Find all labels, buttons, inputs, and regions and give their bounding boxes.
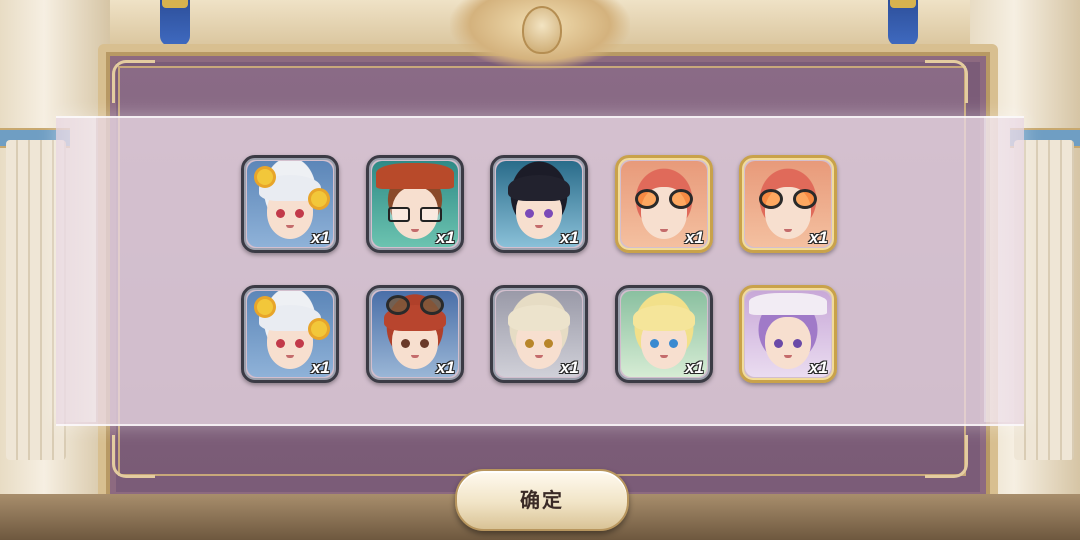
- reward-item[interactable]: x1: [366, 285, 464, 383]
- reward-item[interactable]: x1: [739, 155, 837, 253]
- reward-item[interactable]: x1: [739, 285, 837, 383]
- reward-item[interactable]: x1: [490, 155, 588, 253]
- frame-corner-ornament: [925, 435, 968, 478]
- reward-item[interactable]: x1: [241, 155, 339, 253]
- quantity-label: x1: [809, 358, 828, 377]
- quantity-label: x1: [436, 358, 455, 377]
- reward-item[interactable]: x1: [490, 285, 588, 383]
- panel-glow: [984, 116, 1024, 422]
- reward-item[interactable]: x1: [241, 285, 339, 383]
- confirm-label: 确定: [520, 488, 564, 512]
- panel-glow: [56, 116, 96, 422]
- crest-face-icon: [522, 6, 562, 54]
- quantity-label: x1: [436, 228, 455, 247]
- tassel-left-icon: [160, 0, 190, 46]
- quantity-label: x1: [685, 228, 704, 247]
- frame-corner-ornament: [112, 435, 155, 478]
- quantity-label: x1: [311, 358, 330, 377]
- quantity-label: x1: [560, 228, 579, 247]
- reward-item[interactable]: x1: [615, 285, 713, 383]
- frame-corner-ornament: [112, 60, 155, 103]
- confirm-button[interactable]: 确定: [455, 469, 629, 531]
- quantity-label: x1: [311, 228, 330, 247]
- reward-item[interactable]: x1: [366, 155, 464, 253]
- crest-ornament: [450, 0, 630, 70]
- frame-corner-ornament: [925, 60, 968, 103]
- reward-item[interactable]: x1: [615, 155, 713, 253]
- quantity-label: x1: [560, 358, 579, 377]
- quantity-label: x1: [685, 358, 704, 377]
- tassel-right-icon: [888, 0, 918, 46]
- reward-grid: x1 x1 x1 x1 x1 x1 x1 x1 x1 x1: [241, 155, 841, 387]
- quantity-label: x1: [809, 228, 828, 247]
- reward-screen: x1 x1 x1 x1 x1 x1 x1 x1 x1 x1 确定: [0, 0, 1080, 540]
